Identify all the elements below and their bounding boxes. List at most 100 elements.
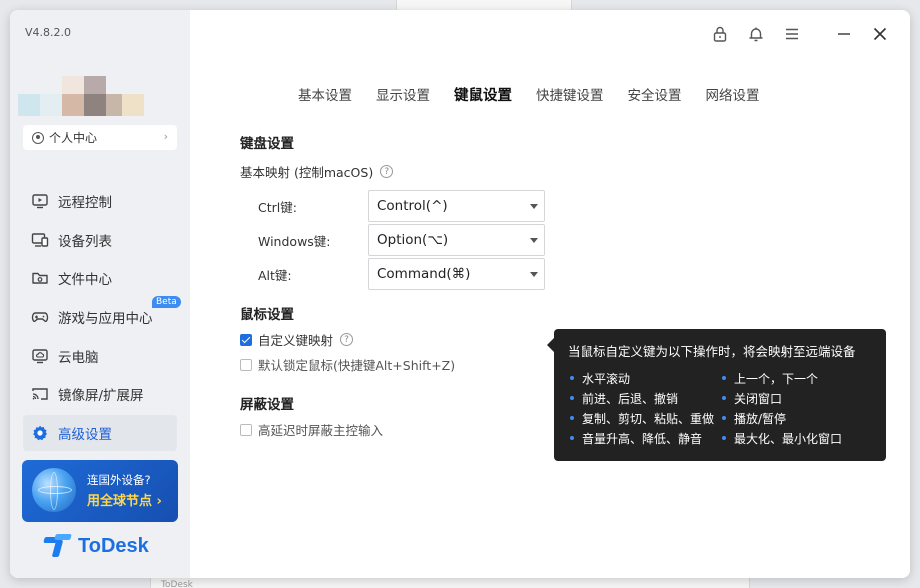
lock-icon [713,26,727,42]
alt-mapping-value: Command(⌘) [377,266,471,282]
tooltip-item: 上一个，下一个 [720,368,872,388]
lock-mouse-checkbox[interactable] [240,358,252,371]
tab-security[interactable]: 安全设置 [628,84,682,105]
close-icon [873,27,887,41]
high-latency-row: 高延迟时屏蔽主控输入 [240,420,383,439]
version-label: V4.8.2.0 [25,26,72,39]
notifications-button[interactable] [746,24,766,44]
sidebar-nav: 远程控制 设备列表 文件中心 游戏与应用中心 Beta 云电脑 镜像屏/扩展屏 … [23,183,181,454]
sidebar-item-remote-control[interactable]: 远程控制 [23,183,177,219]
sidebar-item-label: 远程控制 [58,195,112,211]
sidebar-item-mirror-screen[interactable]: 镜像屏/扩展屏 [23,376,177,412]
help-icon[interactable]: ? [380,165,394,178]
mouse-section-title: 鼠标设置 [240,307,294,323]
sidebar-item-label: 文件中心 [58,272,112,289]
sidebar-item-label: 镜像屏/扩展屏 [58,388,144,405]
beta-badge: Beta [152,296,181,309]
tooltip-right-list: 上一个，下一个 关闭窗口 播放/暂停 最大化、最小化窗口 [720,368,872,448]
person-icon [32,131,44,144]
windows-mapping-value: Option(⌥) [377,232,449,248]
tab-shortcuts[interactable]: 快捷键设置 [536,84,604,105]
high-latency-checkbox[interactable] [240,423,252,436]
custom-mapping-label: 自定义键映射 [258,333,334,348]
bell-icon [749,27,763,42]
custom-mapping-tooltip: 当鼠标自定义键为以下操作时，将会映射至远端设备 水平滚动 前进、后退、撤销 复制… [547,329,886,461]
tooltip-item: 前进、后退、撤销 [568,388,720,408]
tab-network[interactable]: 网络设置 [706,84,760,105]
sidebar-item-label: 云电脑 [58,349,99,366]
tooltip-item: 音量升高、降低、静音 [568,428,720,448]
sidebar-item-device-list[interactable]: 设备列表 [23,222,177,258]
custom-mapping-row: 自定义键映射 ? [240,330,354,349]
close-button[interactable] [870,24,890,44]
caret-down-icon [530,238,538,243]
custom-mapping-checkbox[interactable] [240,333,252,346]
minimize-icon [838,33,850,35]
todesk-logo-icon [43,534,72,558]
windows-mapping-select[interactable]: Option(⌥) [368,224,545,256]
mask-section-title: 屏蔽设置 [240,397,294,413]
brand-logo: ToDesk [43,534,149,558]
ctrl-key-label: Ctrl键: [258,199,297,215]
profile-center-label: 个人中心 [49,131,98,145]
tab-keyboard-mouse[interactable]: 键鼠设置 [454,84,512,105]
gamepad-icon [31,308,49,326]
sidebar-item-label: 游戏与应用中心 [58,311,153,328]
windows-mapping-row: Windows键: Option(⌥) [258,224,548,256]
devices-icon [31,231,49,249]
cast-screen-icon [31,385,49,403]
alt-mapping-select[interactable]: Command(⌘) [368,258,545,290]
ctrl-mapping-select[interactable]: Control(^) [368,190,545,222]
sidebar-item-games-apps[interactable]: 游戏与应用中心 Beta [23,296,181,335]
promo-question: 连国外设备? [87,473,151,487]
sidebar-item-label: 高级设置 [58,427,112,444]
settings-tabs: 基本设置 显示设置 键鼠设置 快捷键设置 安全设置 网络设置 [298,84,784,105]
windows-key-label: Windows键: [258,233,331,249]
high-latency-label: 高延迟时屏蔽主控输入 [258,423,384,438]
todesk-window: V4.8.2.0 个人中心 › 远程控制 设备列表 文件中心 游戏与应用中心 B… [10,10,910,578]
brand-name: ToDesk [78,534,149,557]
basic-mapping-text: 基本映射 (控制macOS) [240,165,374,180]
promo-cta: 用全球节点 › [87,494,162,509]
window-controls [694,24,890,44]
tooltip-item: 关闭窗口 [720,388,872,408]
blurred-avatar[interactable] [18,76,148,116]
ctrl-mapping-row: Ctrl键: Control(^) [258,190,548,222]
minimize-button[interactable] [834,24,854,44]
cloud-pc-icon [31,347,49,365]
profile-center-button[interactable]: 个人中心 › [23,125,177,150]
keyboard-section-title: 键盘设置 [240,136,294,152]
alt-mapping-row: Alt键: Command(⌘) [258,258,548,290]
gear-icon [31,424,49,442]
caret-down-icon [530,204,538,209]
alt-key-label: Alt键: [258,267,292,283]
sidebar-item-label: 设备列表 [58,233,112,250]
globe-icon [32,468,76,512]
caret-down-icon [530,272,538,277]
sidebar-item-cloud-pc[interactable]: 云电脑 [23,338,177,374]
sidebar-item-file-center[interactable]: 文件中心 [23,260,177,296]
tab-basic[interactable]: 基本设置 [298,84,352,105]
tooltip-item: 播放/暂停 [720,408,872,428]
sidebar: V4.8.2.0 个人中心 › 远程控制 设备列表 文件中心 游戏与应用中心 B… [10,10,190,578]
tooltip-title: 当鼠标自定义键为以下操作时，将会映射至远端设备 [568,344,856,359]
tooltip-item: 最大化、最小化窗口 [720,428,872,448]
chevron-right-icon: › [163,130,168,143]
lock-mouse-row: 默认锁定鼠标(快捷键Alt+Shift+Z) [240,355,455,374]
menu-button[interactable] [782,24,802,44]
sidebar-item-advanced-settings[interactable]: 高级设置 [23,415,177,452]
basic-mapping-label: 基本映射 (控制macOS) ? [240,162,394,181]
help-icon[interactable]: ? [340,333,354,346]
tooltip-left-list: 水平滚动 前进、后退、撤销 复制、剪切、粘贴、重做 音量升高、降低、静音 [568,368,720,448]
tooltip-item: 复制、剪切、粘贴、重做 [568,408,720,428]
lock-button[interactable] [710,24,730,44]
lock-mouse-label: 默认锁定鼠标(快捷键Alt+Shift+Z) [258,358,456,373]
folder-icon [31,269,49,287]
ctrl-mapping-value: Control(^) [377,198,448,214]
background-window-title: ToDesk [161,580,193,588]
monitor-play-icon [31,192,49,210]
global-node-promo-banner[interactable]: 连国外设备? 用全球节点 › [22,460,178,522]
hamburger-icon [786,28,798,40]
tooltip-item: 水平滚动 [568,368,720,388]
tab-display[interactable]: 显示设置 [376,84,430,105]
